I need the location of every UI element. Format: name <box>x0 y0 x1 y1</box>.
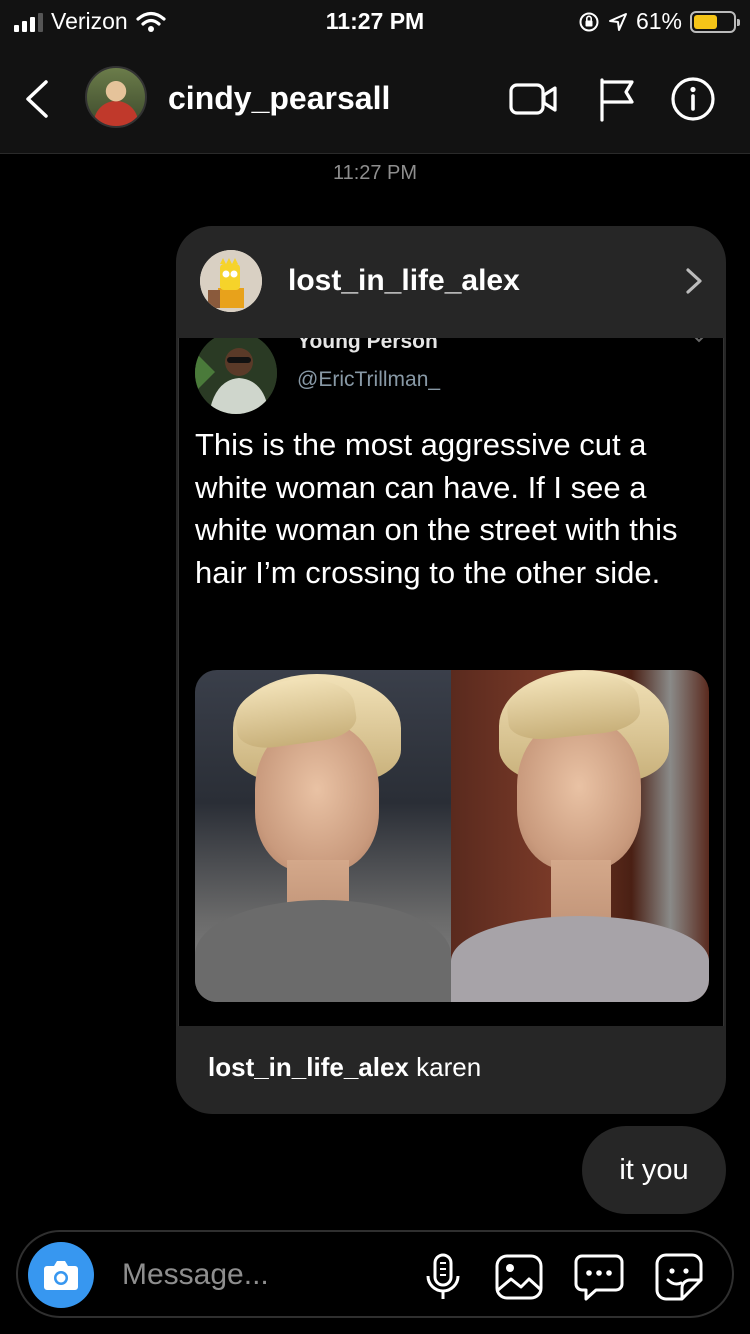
tweet-avatar <box>195 338 277 414</box>
shared-post-caption: lost_in_life_alex karen <box>208 1052 481 1083</box>
chevron-right-icon[interactable] <box>684 266 704 296</box>
orientation-lock-icon <box>579 12 599 31</box>
chat-bubble-icon[interactable] <box>574 1252 624 1302</box>
chat-username[interactable]: cindy_pearsall <box>168 80 390 117</box>
sticker-icon[interactable] <box>654 1252 704 1302</box>
camera-button[interactable] <box>28 1242 94 1308</box>
tweet-handle: @EricTrillman_ <box>297 368 441 391</box>
caption-text: karen <box>408 1052 482 1082</box>
avatar[interactable] <box>85 66 147 128</box>
location-icon <box>608 12 627 31</box>
message-bubble[interactable]: it you <box>582 1126 726 1214</box>
tweet-media <box>195 670 709 1002</box>
status-bar: Verizon 11:27 PM 61% <box>0 0 750 44</box>
message-input[interactable] <box>122 1250 402 1300</box>
message-text: it you <box>619 1153 689 1186</box>
message-timestamp: 11:27 PM <box>332 162 418 184</box>
gallery-icon[interactable] <box>494 1252 544 1302</box>
battery-percent: 61% <box>635 8 682 34</box>
battery-icon <box>690 10 740 33</box>
microphone-icon[interactable] <box>418 1252 468 1302</box>
chat-header: cindy_pearsall <box>0 44 750 154</box>
video-call-icon[interactable] <box>508 76 558 122</box>
camera-icon <box>44 1261 78 1290</box>
chevron-down-icon <box>694 338 704 343</box>
tweet-photo-right <box>451 670 709 1002</box>
status-right: 61% <box>578 8 740 35</box>
shared-post-username[interactable]: lost_in_life_alex <box>288 264 520 298</box>
message-composer <box>16 1230 734 1318</box>
tweet-screenshot: Young Person @EricTrillman_ This is the … <box>178 338 724 1026</box>
shared-post-card[interactable]: lost_in_life_alex Young Person @EricTril… <box>176 226 726 1114</box>
shared-post-header[interactable]: lost_in_life_alex <box>176 226 726 336</box>
tweet-display-name: Young Person <box>297 338 438 353</box>
back-chevron-icon[interactable] <box>18 74 58 124</box>
flag-icon[interactable] <box>592 76 642 122</box>
tweet-photo-left <box>195 670 451 1002</box>
tweet-text: This is the most aggressive cut a white … <box>195 427 678 590</box>
shared-post-avatar <box>200 250 262 312</box>
info-icon[interactable] <box>668 76 718 122</box>
caption-username: lost_in_life_alex <box>208 1052 409 1082</box>
